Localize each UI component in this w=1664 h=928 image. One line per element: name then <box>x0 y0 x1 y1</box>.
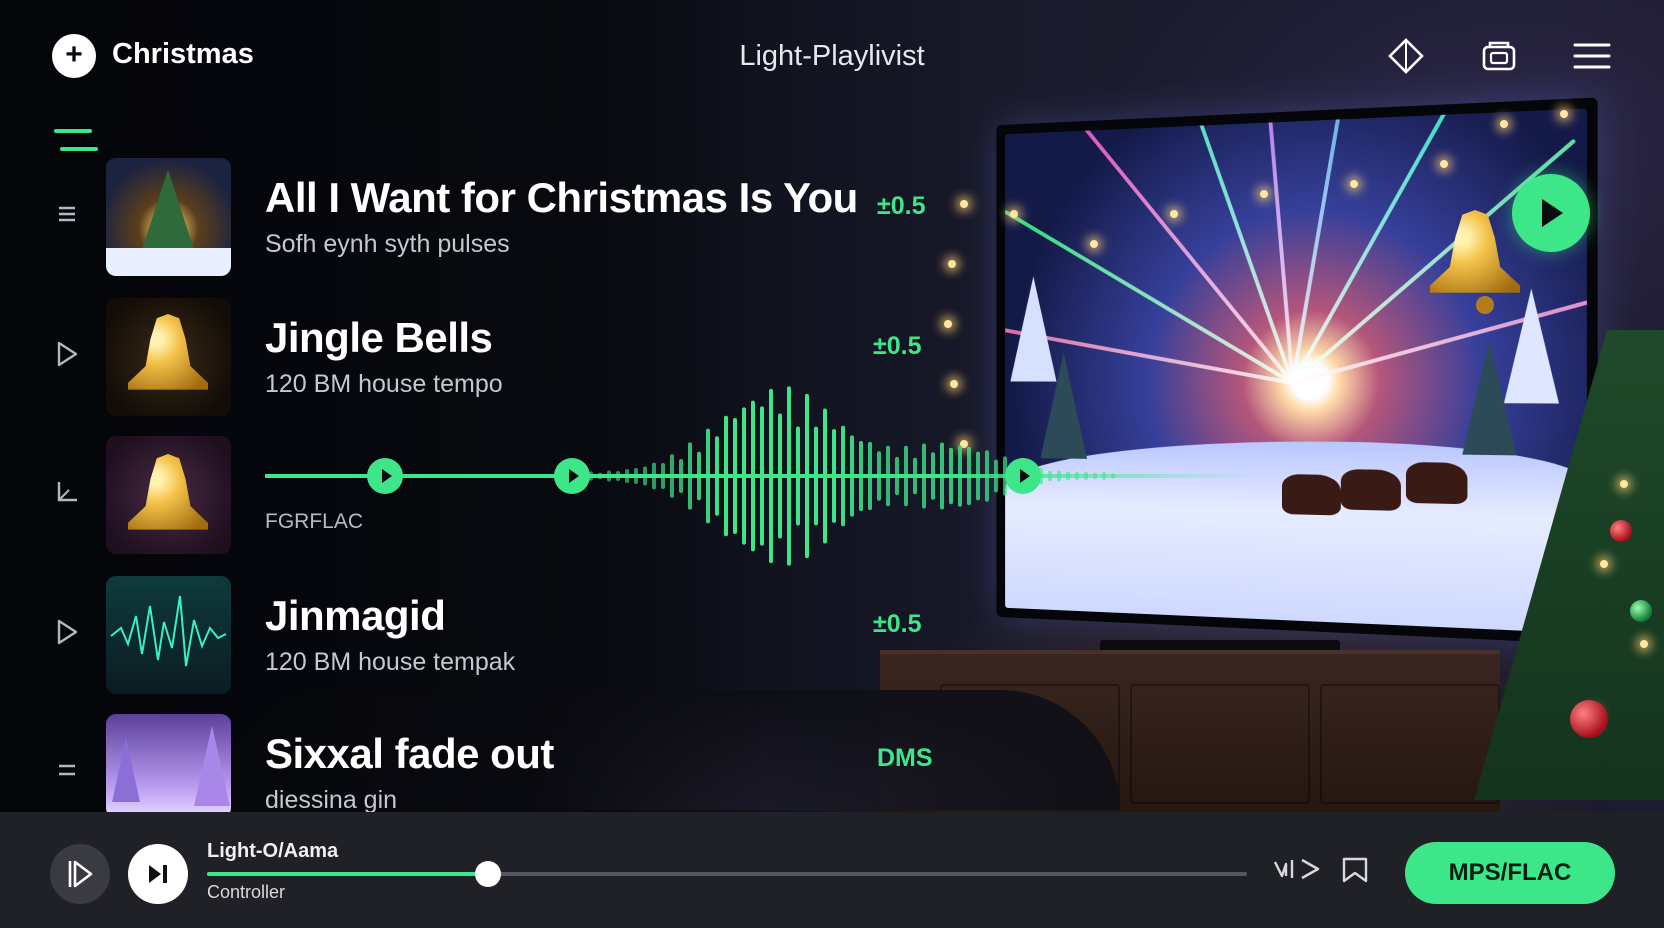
track-offset: ±0.5 <box>877 192 926 220</box>
track-title: Jinmagid <box>265 592 446 639</box>
track-thumbnail <box>106 298 231 416</box>
waveform-marker-button[interactable] <box>554 458 590 494</box>
track-format: FGRFLAC <box>265 510 364 533</box>
track-title: Jingle Bells <box>265 314 493 361</box>
progress-fill <box>207 872 488 876</box>
audio-waveform <box>580 386 1115 566</box>
header: + Christmas Light-Playlivist <box>0 0 1664 112</box>
corner-icon[interactable] <box>52 472 82 512</box>
play-pause-icon <box>149 865 167 883</box>
progress-thumb[interactable] <box>474 861 501 887</box>
progress-slider[interactable] <box>207 861 1247 887</box>
tab-indicator <box>54 120 134 151</box>
waveform-marker-button[interactable] <box>1005 458 1041 494</box>
repeat-icon[interactable] <box>1272 856 1324 882</box>
track-title: Sixxal fade out <box>265 730 554 777</box>
track-title: All I Want for Christmas Is You <box>265 174 858 221</box>
track-subtitle: diessina gin <box>265 786 398 814</box>
drag-handle-icon[interactable] <box>52 194 82 234</box>
track-thumbnail <box>106 714 231 818</box>
track-subtitle: 120 BM house tempak <box>265 648 516 676</box>
play-button[interactable] <box>1512 174 1590 252</box>
track-subtitle: 120 BM house tempo <box>265 370 503 398</box>
play-pause-button[interactable] <box>128 844 188 904</box>
format-button[interactable]: MPS/FLAC <box>1405 842 1615 904</box>
now-playing-title: Light-O/Aama <box>207 840 339 862</box>
window-icon[interactable] <box>1477 34 1521 78</box>
drag-handle-icon[interactable] <box>52 750 82 790</box>
waveform-marker-button[interactable] <box>367 458 403 494</box>
play-icon[interactable] <box>52 612 82 652</box>
now-playing-subtitle: Controller <box>207 882 286 902</box>
track-thumbnail <box>106 436 231 554</box>
diamond-icon[interactable] <box>1384 34 1428 78</box>
track-row[interactable]: All I Want for Christmas Is You Sofh eyn… <box>0 152 980 276</box>
bookmark-icon[interactable] <box>1340 856 1370 884</box>
menu-icon[interactable] <box>1570 34 1614 78</box>
track-format-badge: DMS <box>877 744 933 772</box>
track-thumbnail <box>106 576 231 694</box>
skip-back-icon <box>68 860 93 888</box>
skip-back-button[interactable] <box>50 844 110 904</box>
track-thumbnail <box>106 158 231 276</box>
track-subtitle: Sofh eynh syth pulses <box>265 230 510 258</box>
play-icon[interactable] <box>52 334 82 374</box>
player-bar: Light-O/Aama Controller MPS/FLAC <box>0 812 1664 928</box>
